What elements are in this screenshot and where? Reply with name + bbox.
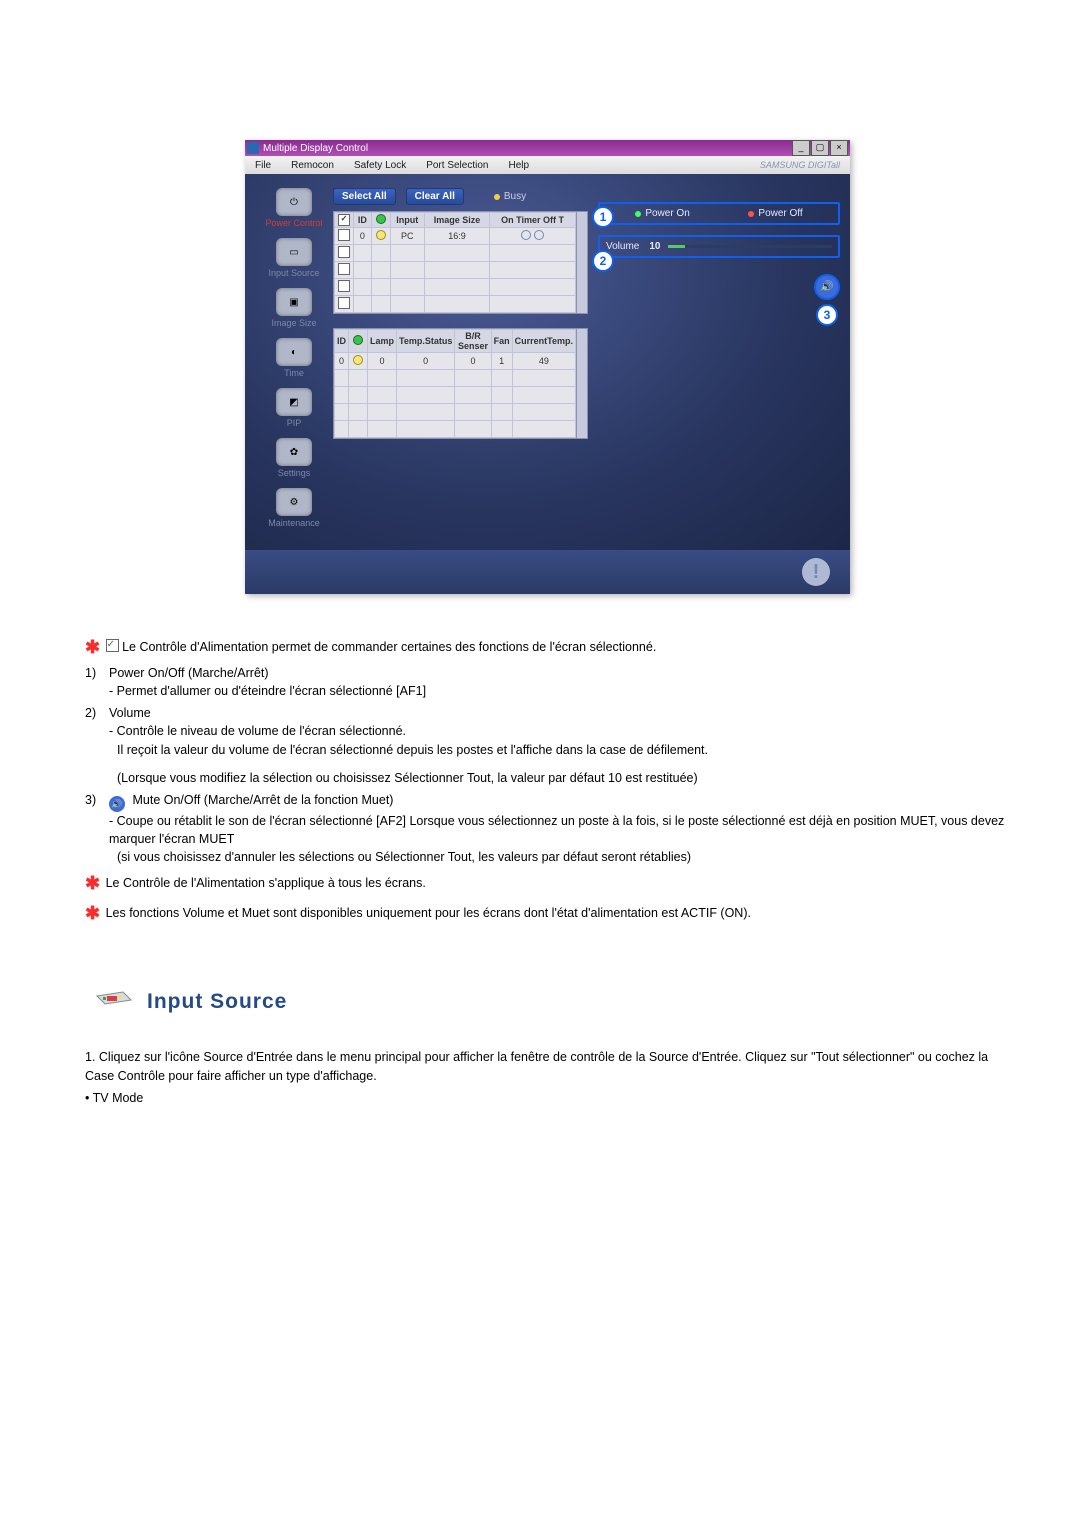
sidebar-item-maintenance[interactable]: ⚙ Maintenance <box>255 488 333 528</box>
clear-all-button[interactable]: Clear All <box>406 188 464 205</box>
item-1-title: Power On/Off (Marche/Arrêt) <box>109 664 1010 682</box>
sidebar-item-power-control[interactable]: ⏻ Power Control <box>255 188 333 228</box>
power-on-button[interactable]: Power On <box>635 208 689 219</box>
volume-panel: Volume 10 <box>598 235 840 258</box>
power-icon: ⏻ <box>276 188 312 216</box>
note-1: Le Contrôle de l'Alimentation s'applique… <box>106 876 426 890</box>
sidebar-item-input-source[interactable]: ▭ Input Source <box>255 238 333 278</box>
pip-icon: ◩ <box>276 388 312 416</box>
status-led-icon <box>353 355 363 365</box>
sidebar-item-time[interactable]: ◐ Time <box>255 338 333 378</box>
star-icon: ✱ <box>85 903 100 923</box>
item-2-sub1: - Contrôle le niveau de volume de l'écra… <box>109 722 1010 740</box>
scrollbar[interactable] <box>577 328 588 439</box>
maximize-button[interactable]: ▢ <box>811 140 829 156</box>
volume-slider[interactable] <box>668 245 832 248</box>
item-2-number: 2) <box>85 704 109 787</box>
brand-label: SAMSUNG DIGITall <box>760 156 840 174</box>
sidebar-item-image-size[interactable]: ▣ Image Size <box>255 288 333 328</box>
table-row <box>335 370 576 387</box>
sidebar-item-pip[interactable]: ◩ PIP <box>255 388 333 428</box>
annotation-1: 1 <box>592 206 614 228</box>
window-titlebar: Multiple Display Control _ ▢ × <box>245 140 850 156</box>
item-2-title: Volume <box>109 704 1010 722</box>
table-row[interactable]: 0 PC 16:9 <box>335 228 576 245</box>
checkbox-icon <box>106 639 119 652</box>
power-off-button[interactable]: Power Off <box>748 208 802 219</box>
sidebar: ⏻ Power Control ▭ Input Source ▣ Image S… <box>255 188 333 538</box>
settings-icon: ✿ <box>276 438 312 466</box>
table-row <box>335 296 576 313</box>
select-all-button[interactable]: Select All <box>333 188 396 205</box>
sidebar-item-settings[interactable]: ✿ Settings <box>255 438 333 478</box>
item-1-number: 1) <box>85 664 109 700</box>
menu-port-selection[interactable]: Port Selection <box>416 160 498 171</box>
minimize-button[interactable]: _ <box>792 140 810 156</box>
row-checkbox[interactable] <box>338 229 350 241</box>
time-icon: ◐ <box>276 338 312 366</box>
display-status-table: ID Input Image Size On Timer Off T 0 <box>333 211 588 314</box>
section-title: Input Source <box>147 987 287 1017</box>
volume-value: 10 <box>649 241 660 252</box>
app-footer: ! <box>245 550 850 594</box>
table-row <box>335 245 576 262</box>
item-3-number: 3) <box>85 791 109 866</box>
table-row <box>335 421 576 438</box>
table-row <box>335 387 576 404</box>
item-2-sub3: (Lorsque vous modifiez la sélection ou c… <box>117 769 1010 787</box>
app-icon <box>247 142 259 154</box>
item-1-sub: - Permet d'allumer ou d'éteindre l'écran… <box>109 682 1010 700</box>
star-icon: ✱ <box>85 873 100 893</box>
status-led-icon <box>376 230 386 240</box>
input-source-bullet: • TV Mode <box>85 1089 1010 1107</box>
table-row <box>335 404 576 421</box>
maintenance-icon: ⚙ <box>276 488 312 516</box>
item-2-sub2: Il reçoit la valeur du volume de l'écran… <box>117 741 1010 759</box>
document-body: ✱ Le Contrôle d'Alimentation permet de c… <box>85 634 1010 1107</box>
menu-remocon[interactable]: Remocon <box>281 160 344 171</box>
intro-text: Le Contrôle d'Alimentation permet de com… <box>122 640 656 654</box>
input-source-step-1: 1. Cliquez sur l'icône Source d'Entrée d… <box>85 1048 1010 1084</box>
star-icon: ✱ <box>85 637 100 657</box>
input-source-icon: ▭ <box>276 238 312 266</box>
menu-help[interactable]: Help <box>498 160 539 171</box>
mute-icon[interactable]: 🔊 <box>814 274 840 300</box>
table-row[interactable]: 0 0 0 0 1 49 <box>335 353 576 370</box>
mute-inline-icon: 🔊 <box>109 796 125 812</box>
checkbox-header[interactable] <box>338 214 350 226</box>
table-row <box>335 279 576 296</box>
power-panel: Power On Power Off <box>598 202 840 225</box>
scrollbar[interactable] <box>577 211 588 314</box>
sensor-status-table: ID Lamp Temp.Status B/R Senser Fan Curre… <box>333 328 588 439</box>
item-3-sub2: (si vous choisissez d'annuler les sélect… <box>117 848 1010 866</box>
busy-indicator: Busy <box>494 191 526 202</box>
item-3-title: Mute On/Off (Marche/Arrêt de la fonction… <box>132 793 393 807</box>
app-screenshot: Multiple Display Control _ ▢ × File Remo… <box>245 140 850 594</box>
window-title: Multiple Display Control <box>263 143 368 154</box>
table-row <box>335 262 576 279</box>
annotation-3: 3 <box>816 304 838 326</box>
note-2: Les fonctions Volume et Muet sont dispon… <box>106 906 751 920</box>
volume-label: Volume <box>606 241 639 252</box>
annotation-2: 2 <box>592 250 614 272</box>
menu-bar: File Remocon Safety Lock Port Selection … <box>245 156 850 174</box>
section-input-source: Input Source <box>93 986 1010 1018</box>
image-size-icon: ▣ <box>276 288 312 316</box>
menu-safety-lock[interactable]: Safety Lock <box>344 160 416 171</box>
status-header-icon <box>376 214 386 224</box>
close-button[interactable]: × <box>830 140 848 156</box>
alert-icon[interactable]: ! <box>802 558 830 586</box>
status-header-icon <box>353 335 363 345</box>
item-3-sub1: - Coupe ou rétablit le son de l'écran sé… <box>109 812 1010 848</box>
menu-file[interactable]: File <box>245 160 281 171</box>
input-source-section-icon <box>93 986 133 1018</box>
